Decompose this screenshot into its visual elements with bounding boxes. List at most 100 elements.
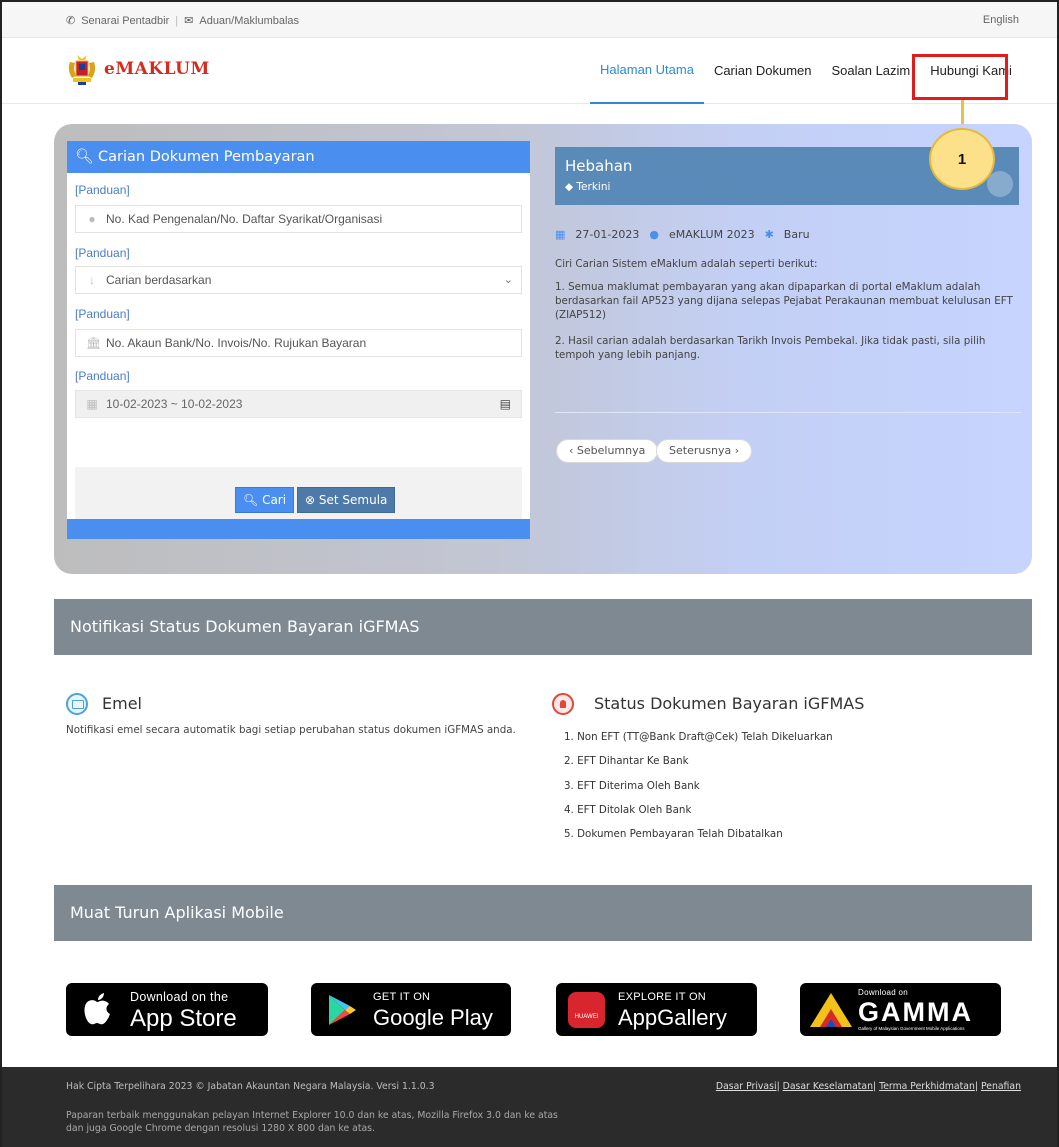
footer-link-privacy[interactable]: Dasar Privasi — [716, 1081, 777, 1092]
date-range-value: 10-02-2023 ~ 10-02-2023 — [106, 397, 243, 411]
nav-item-home[interactable]: Halaman Utama — [590, 38, 704, 104]
huawei-brand-text: HUAWEI — [574, 1014, 599, 1020]
huawei-small-text: EXPLORE IT ON — [618, 991, 707, 1003]
search-panel-header: 🔍︎ Carian Dokumen Pembayaran — [67, 141, 530, 173]
tag-icon: ◆ — [565, 181, 574, 193]
bell-icon — [552, 693, 574, 715]
footer-link-disclaimer[interactable]: Penafian — [981, 1081, 1021, 1092]
phone-icon: ✆ — [66, 15, 76, 27]
id-number-input[interactable]: ● No. Kad Pengenalan/No. Daftar Syarikat… — [75, 205, 522, 233]
browser-note: Paparan terbaik menggunakan pelayan Inte… — [66, 1110, 558, 1134]
top-utility-bar: ✆ Senarai Pentadbir | ✉ Aduan/Maklumbala… — [0, 0, 1059, 38]
app-store-label: App Store — [130, 1005, 237, 1032]
search-icon: 🔍︎ — [243, 493, 259, 507]
announcement-tag: ◆ Terkini — [565, 181, 610, 193]
main-navbar: eMAKLUM Halaman Utama Carian Dokumen Soa… — [0, 38, 1059, 104]
divider — [555, 412, 1021, 413]
announcement-point-2: 2. Hasil carian adalah berdasarkan Tarik… — [555, 335, 986, 361]
guide-link-date[interactable]: [Panduan] — [75, 369, 130, 383]
google-play-badge[interactable]: GET IT ON Google Play — [311, 983, 511, 1036]
announcement-meta: ▦ 27-01-2023 ● eMAKLUM 2023 ✱ Baru — [555, 228, 810, 241]
highlight-box-contact — [912, 54, 1008, 100]
footer-links: Dasar Privasi| Dasar Keselamatan| Terma … — [716, 1081, 1021, 1092]
prev-button[interactable]: ‹ Sebelumnya — [556, 439, 659, 463]
list-item: 4. EFT Ditolak Oleh Bank — [564, 803, 692, 816]
search-panel: 🔍︎ Carian Dokumen Pembayaran [Panduan] ●… — [67, 141, 530, 539]
malaysia-crest-icon — [68, 55, 96, 85]
user-icon: ● — [649, 228, 659, 241]
date-range-input[interactable]: ▦ 10-02-2023 ~ 10-02-2023 ▤ — [75, 390, 522, 418]
status-title: Status Dokumen Bayaran iGFMAS — [594, 694, 865, 713]
footer-link-terms[interactable]: Terma Perkhidmatan — [879, 1081, 975, 1092]
footer-link-security[interactable]: Dasar Keselamatan — [783, 1081, 873, 1092]
account-number-input[interactable]: 🏛︎ No. Akaun Bank/No. Invois/No. Rujukan… — [75, 329, 522, 357]
email-icon — [66, 693, 88, 715]
huawei-icon: HUAWEI — [568, 992, 605, 1028]
search-panel-footer — [67, 519, 530, 539]
list-item: 3. EFT Diterima Oleh Bank — [564, 779, 700, 792]
search-button[interactable]: 🔍︎ Cari — [235, 487, 295, 513]
notification-section-header: Notifikasi Status Dokumen Bayaran iGFMAS — [54, 599, 1032, 655]
google-play-label: Google Play — [373, 1005, 493, 1030]
reset-icon: ⊗ — [305, 493, 316, 507]
gamma-tagline: Gallery of Malaysian Government Mobile A… — [858, 1026, 965, 1031]
list-item: 5. Dokumen Pembayaran Telah Dibatalkan — [564, 828, 783, 841]
google-play-icon — [329, 995, 356, 1025]
announcement-tag-label: Terkini — [576, 181, 611, 193]
guide-link-account[interactable]: [Panduan] — [75, 307, 130, 321]
brand-logo[interactable]: eMAKLUM — [66, 52, 210, 86]
email-title: Emel — [102, 694, 142, 713]
list-item: 2. EFT Dihantar Ke Bank — [564, 755, 689, 768]
language-switch[interactable]: English — [983, 14, 1019, 26]
google-play-small-text: GET IT ON — [373, 991, 431, 1003]
huawei-label: AppGallery — [618, 1005, 727, 1030]
nav-item-faq[interactable]: Soalan Lazim — [821, 38, 920, 104]
app-store-badge[interactable]: Download on the App Store — [66, 983, 268, 1036]
gamma-badge[interactable]: Download on GAMMA Gallery of Malaysian G… — [800, 983, 1001, 1036]
announcement-title: Hebahan — [565, 157, 633, 175]
huawei-appgallery-badge[interactable]: HUAWEI EXPLORE IT ON AppGallery — [556, 983, 757, 1036]
gamma-label: GAMMA — [858, 997, 973, 1027]
calendar-icon: ▦ — [86, 397, 98, 411]
page-footer: Hak Cipta Terpelihara 2023 © Jabatan Aka… — [0, 1067, 1059, 1147]
search-button-label: Cari — [262, 493, 287, 507]
list-item: 1. Non EFT (TT@Bank Draft@Cek) Telah Dik… — [564, 731, 833, 743]
feedback-link[interactable]: Aduan/Maklumbalas — [199, 15, 299, 27]
announcement-point-1: 1. Semua maklumat pembayaran yang akan d… — [555, 281, 1013, 321]
search-form: [Panduan] ● No. Kad Pengenalan/No. Dafta… — [67, 173, 530, 529]
copyright-text: Hak Cipta Terpelihara 2023 © Jabatan Aka… — [66, 1081, 435, 1092]
logo-text: eMAKLUM — [104, 59, 210, 79]
status-list: 1. Non EFT (TT@Bank Draft@Cek) Telah Dik… — [564, 731, 833, 852]
calendar-icon: ▦ — [555, 228, 566, 241]
user-icon: ● — [88, 212, 96, 226]
globe-icon — [987, 171, 1013, 197]
mobile-section-header: Muat Turun Aplikasi Mobile — [54, 885, 1032, 941]
reset-button-label: Set Semula — [318, 493, 388, 507]
callout-badge: 1 — [929, 128, 995, 190]
calendar-picker-icon[interactable]: ▤ — [500, 397, 511, 411]
guide-link-id[interactable]: [Panduan] — [75, 183, 130, 197]
chevron-down-icon: ⌄ — [503, 274, 513, 286]
admin-list-link[interactable]: Senarai Pentadbir — [81, 15, 169, 27]
next-button[interactable]: Seterusnya › — [656, 439, 753, 463]
gamma-small-text: Download on — [858, 988, 908, 997]
announcement-date: 27-01-2023 — [575, 228, 640, 241]
announcement-intro: Ciri Carian Sistem eMaklum adalah sepert… — [555, 258, 818, 270]
gamma-logo-icon — [810, 993, 852, 1027]
apple-icon — [84, 993, 110, 1025]
envelope-icon: ✉ — [184, 15, 194, 27]
new-icon: ✱ — [764, 228, 774, 241]
search-by-select[interactable]: ↓ Carian berdasarkan ⌄ — [75, 266, 522, 294]
id-number-placeholder: No. Kad Pengenalan/No. Daftar Syarikat/O… — [106, 212, 383, 226]
guide-link-search-by[interactable]: [Panduan] — [75, 246, 130, 260]
search-icon: 🔍︎ — [75, 149, 94, 165]
app-store-small-text: Download on the — [130, 990, 229, 1004]
nav-item-document-search[interactable]: Carian Dokumen — [704, 38, 822, 104]
announcement-author: eMAKLUM 2023 — [668, 228, 755, 241]
announcement-status: Baru — [783, 228, 810, 241]
bank-icon: 🏛︎ — [86, 336, 102, 350]
email-description: Notifikasi emel secara automatik bagi se… — [66, 724, 516, 736]
reset-button[interactable]: ⊗ Set Semula — [297, 487, 396, 513]
search-by-value: Carian berdasarkan — [106, 273, 212, 287]
arrow-down-icon: ↓ — [89, 273, 95, 287]
